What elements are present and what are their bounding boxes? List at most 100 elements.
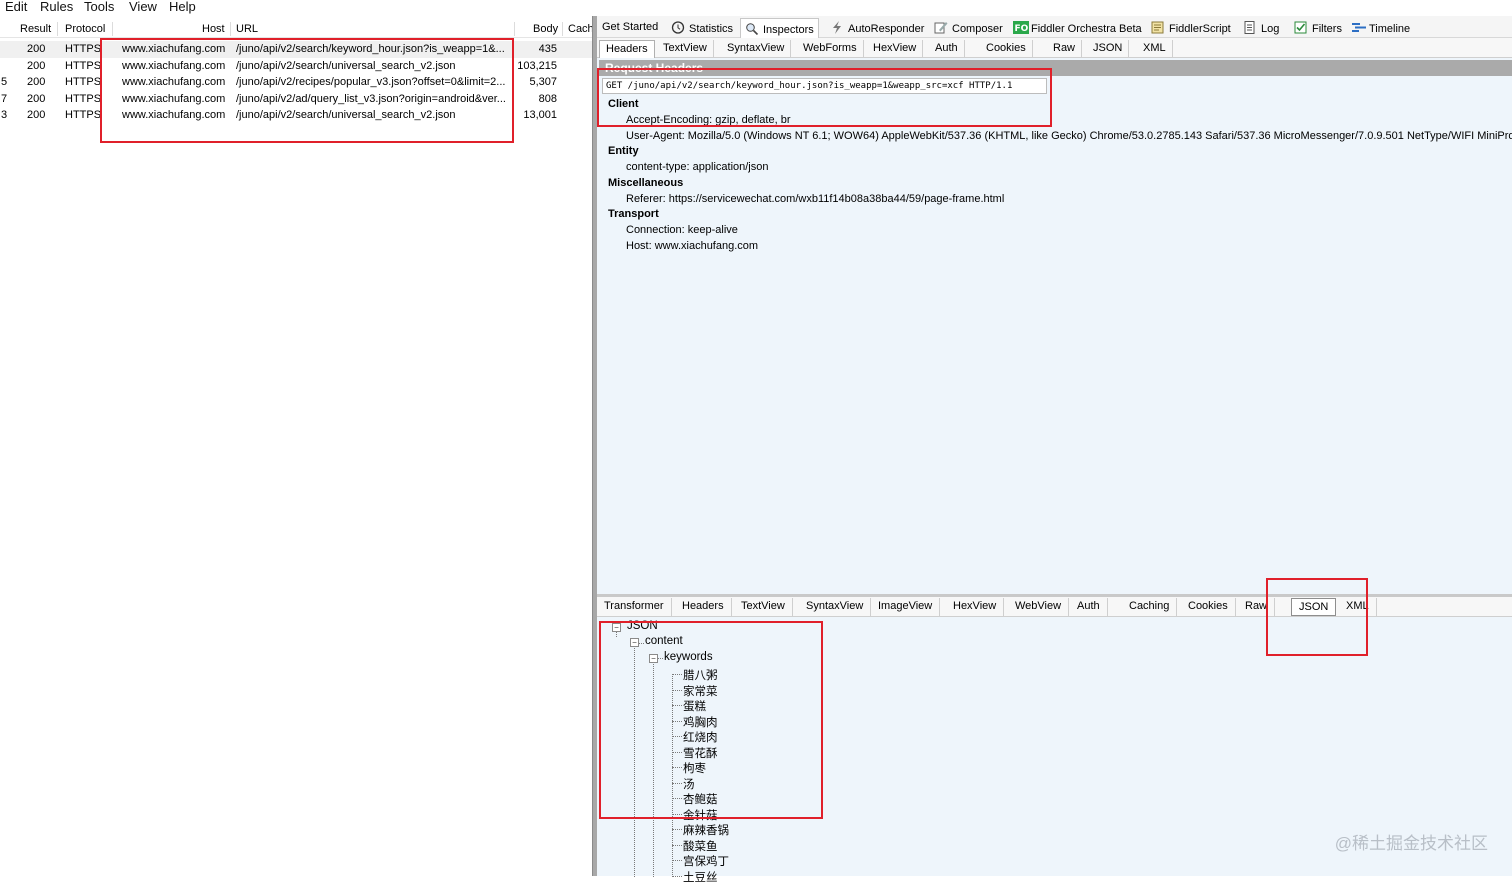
column-caching[interactable]: Cach <box>568 23 594 35</box>
session-result: 200 <box>27 76 46 89</box>
column-url[interactable]: URL <box>236 23 258 35</box>
json-content-node[interactable]: content <box>645 635 683 647</box>
request-line[interactable]: GET /juno/api/v2/search/keyword_hour.jso… <box>602 78 1047 94</box>
json-root-node[interactable]: JSON <box>627 620 658 632</box>
json-keyword-item[interactable]: 家常菜 <box>683 683 718 699</box>
menu-bar: Edit Rules Tools View Help <box>0 0 596 16</box>
response-tab-cookies[interactable]: Cookies <box>1181 598 1236 616</box>
collapse-keywords-icon[interactable]: − <box>649 654 658 663</box>
response-tab-textview[interactable]: TextView <box>734 598 793 616</box>
tree-connector <box>672 720 682 722</box>
log-icon <box>1243 21 1257 34</box>
header-item[interactable]: Accept-Encoding: gzip, deflate, br <box>626 114 790 126</box>
menu-help[interactable]: Help <box>169 0 196 14</box>
tab-statistics[interactable]: Statistics <box>667 18 737 38</box>
tree-connector <box>672 813 682 815</box>
header-item[interactable]: Host: www.xiachufang.com <box>626 240 758 252</box>
json-keyword-item[interactable]: 雪花酥 <box>683 745 718 761</box>
response-tab-transformer[interactable]: Transformer <box>597 598 672 616</box>
column-body[interactable]: Body <box>533 23 558 35</box>
tab-label: Timeline <box>1369 23 1411 35</box>
json-keyword-item[interactable]: 酸菜鱼 <box>683 838 718 854</box>
session-body: 103,215 <box>517 59 557 72</box>
tab-fiddler-orchestra-beta[interactable]: FO Fiddler Orchestra Beta <box>1009 18 1146 38</box>
session-url: /juno/api/v2/ad/query_list_v3.json?origi… <box>236 92 506 105</box>
header-item[interactable]: Connection: keep-alive <box>626 224 738 236</box>
json-keyword-item[interactable]: 腊八粥 <box>683 667 718 683</box>
request-tab-webforms[interactable]: WebForms <box>797 40 864 58</box>
header-item[interactable]: User-Agent: Mozilla/5.0 (Windows NT 6.1;… <box>626 130 1512 142</box>
response-tab-imageview[interactable]: ImageView <box>871 598 941 616</box>
session-row[interactable]: 200 HTTPS www.xiachufang.com/juno/api/v2/s… <box>0 58 592 75</box>
request-headers-title: Request Headers <box>599 60 1512 76</box>
tab-autoresponder[interactable]: AutoResponder <box>826 18 928 38</box>
request-tab-textview[interactable]: TextView <box>657 40 714 58</box>
tab-filters[interactable]: Filters <box>1290 18 1346 38</box>
response-tab-caching[interactable]: Caching <box>1122 598 1178 616</box>
tab-fiddlerscript[interactable]: FiddlerScript <box>1147 18 1235 38</box>
session-column-header: Result Protocol Host URL Body Cach <box>0 20 594 38</box>
request-tab-auth[interactable]: Auth <box>929 40 965 58</box>
menu-tools[interactable]: Tools <box>84 0 114 14</box>
session-result: 200 <box>27 43 46 55</box>
response-tab-syntaxview[interactable]: SyntaxView <box>799 598 872 616</box>
session-result: 200 <box>27 109 46 122</box>
session-number: 7 <box>1 92 8 105</box>
header-item[interactable]: Referer: https://servicewechat.com/wxb11… <box>626 193 1004 205</box>
menu-rules[interactable]: Rules <box>40 0 73 14</box>
svg-text:FO: FO <box>1015 24 1029 34</box>
session-list-panel: Result Protocol Host URL Body Cach 200 HT… <box>0 16 594 876</box>
session-url: /juno/api/v2/search/universal_search_v2.… <box>236 59 456 72</box>
session-number: 3 <box>1 109 8 122</box>
tab-get-started[interactable]: Get Started <box>598 18 662 38</box>
json-keyword-item[interactable]: 麻辣香锅 <box>683 822 729 838</box>
json-keyword-item[interactable]: 土豆丝 <box>683 869 718 885</box>
json-keyword-item[interactable]: 枸枣 <box>683 760 706 776</box>
response-tab-xml[interactable]: XML <box>1339 598 1377 616</box>
tab-log[interactable]: Log <box>1239 18 1283 38</box>
response-tab-raw[interactable]: Raw <box>1238 598 1276 616</box>
column-host[interactable]: Host <box>202 23 225 35</box>
menu-edit[interactable]: Edit <box>5 0 27 14</box>
request-tab-json[interactable]: JSON <box>1087 40 1130 58</box>
response-tab-webview[interactable]: WebView <box>1008 598 1070 616</box>
json-keyword-item[interactable]: 金针菇 <box>683 807 718 823</box>
session-row[interactable]: 3 200 HTTPS www.xiachufang.com/juno/api/v2/… <box>0 107 592 124</box>
inspector-panel: Get Started Statistics Inspectors AutoRespo… <box>597 16 1512 884</box>
session-row[interactable]: 200 HTTPS www.xiachufang.com/juno/api/v2/s… <box>0 41 592 58</box>
json-keywords-node[interactable]: keywords <box>664 651 713 663</box>
request-tab-hexview[interactable]: HexView <box>867 40 924 58</box>
request-tab-xml[interactable]: XML <box>1137 40 1173 58</box>
header-group-transport: Transport <box>608 208 659 220</box>
tab-timeline[interactable]: Timeline <box>1347 18 1414 38</box>
tab-inspectors[interactable]: Inspectors <box>740 18 819 38</box>
request-tab-raw[interactable]: Raw <box>1047 40 1083 58</box>
tab-composer[interactable]: Composer <box>930 18 1007 38</box>
json-keyword-item[interactable]: 蛋糕 <box>683 698 706 714</box>
session-row[interactable]: 5 200 HTTPS www.xiachufang.com/juno/api/v2/… <box>0 74 592 91</box>
menu-view[interactable]: View <box>129 0 157 14</box>
response-tab-hexview[interactable]: HexView <box>946 598 1005 616</box>
column-result[interactable]: Result <box>20 23 51 35</box>
tree-connector <box>672 674 682 675</box>
collapse-content-icon[interactable]: − <box>630 638 639 647</box>
json-keyword-item[interactable]: 杏鲍菇 <box>683 791 718 807</box>
json-keyword-item[interactable]: 红烧肉 <box>683 729 718 745</box>
request-tab-headers[interactable]: Headers <box>599 40 655 58</box>
response-tab-headers[interactable]: Headers <box>675 598 732 616</box>
session-row[interactable]: 7 200 HTTPS www.xiachufang.com/juno/api/v2/… <box>0 91 592 108</box>
column-protocol[interactable]: Protocol <box>65 23 105 35</box>
json-keyword-item[interactable]: 鸡胸肉 <box>683 714 718 730</box>
response-tab-json[interactable]: JSON <box>1291 598 1337 616</box>
request-tab-cookies[interactable]: Cookies <box>980 40 1033 58</box>
response-tab-auth[interactable]: Auth <box>1070 598 1108 616</box>
tab-label: Filters <box>1312 23 1342 35</box>
collapse-json-icon[interactable]: − <box>612 623 621 632</box>
header-item[interactable]: content-type: application/json <box>626 161 768 173</box>
request-tab-syntaxview[interactable]: SyntaxView <box>721 40 792 58</box>
json-keyword-item[interactable]: 汤 <box>683 776 695 792</box>
script-icon <box>1151 21 1165 34</box>
tree-connector <box>672 860 682 861</box>
json-keyword-item[interactable]: 宫保鸡丁 <box>683 853 729 869</box>
session-number: 5 <box>1 76 8 89</box>
